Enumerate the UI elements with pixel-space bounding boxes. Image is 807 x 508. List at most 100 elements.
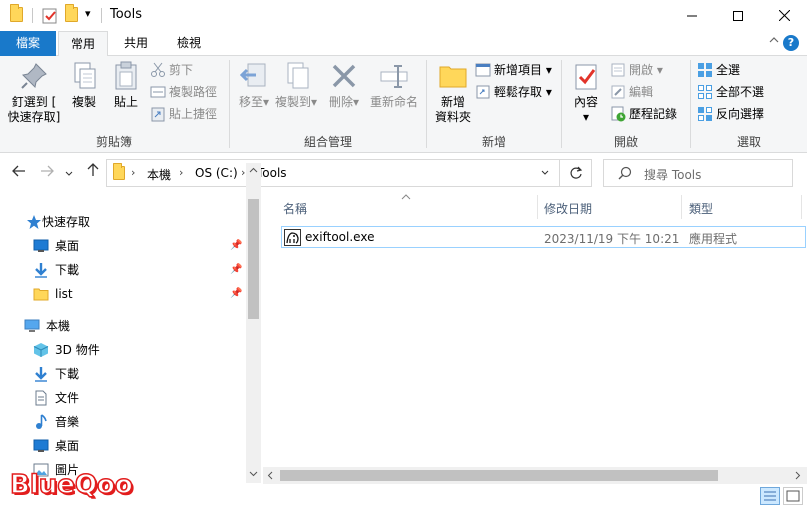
minimize-button[interactable]: [669, 0, 715, 31]
divider: [32, 8, 33, 23]
close-button[interactable]: [761, 0, 807, 31]
column-divider[interactable]: [537, 195, 538, 219]
tab-share[interactable]: 共用: [112, 31, 160, 56]
column-divider[interactable]: [681, 195, 682, 219]
rename-button[interactable]: 重新命名: [366, 60, 422, 110]
divider: [101, 8, 102, 23]
pin-label: 釘選到 [ 快速存取]: [7, 95, 61, 124]
file-list-horizontal-scrollbar[interactable]: [263, 467, 807, 484]
pinned-icon: 📌: [230, 240, 243, 251]
address-history-dropdown[interactable]: [533, 164, 557, 182]
nav-item-downloads-pc[interactable]: 下載: [33, 363, 79, 385]
select-all-icon: [698, 62, 712, 77]
large-icons-view-button[interactable]: [783, 487, 803, 505]
new-folder-qa-button[interactable]: [65, 4, 78, 25]
nav-item-desktop-pc[interactable]: 桌面: [33, 435, 79, 457]
scroll-thumb[interactable]: [280, 470, 718, 481]
breadcrumb-drive-c[interactable]: OS (C:): [195, 166, 238, 180]
cut-button[interactable]: 剪下: [150, 60, 193, 80]
open-button[interactable]: 開啟 ▾: [610, 60, 663, 80]
column-divider[interactable]: [801, 195, 802, 219]
tab-home[interactable]: 常用: [58, 31, 108, 57]
nav-pane-scrollbar[interactable]: [246, 163, 261, 483]
nav-item-label: 3D 物件: [55, 343, 100, 357]
tab-file[interactable]: 檔案: [0, 31, 56, 56]
nav-item-list[interactable]: list: [33, 283, 73, 305]
invert-selection-button[interactable]: 反向選擇: [697, 104, 764, 124]
table-row[interactable]: exiftool.exe 2023/11/19 下午 10:21 應用程式: [281, 226, 806, 248]
column-header-name[interactable]: 名稱: [283, 200, 307, 217]
paste-shortcut-button[interactable]: 貼上捷徑: [150, 104, 217, 124]
new-folder-icon: [439, 66, 467, 88]
folder-icon: [113, 163, 125, 183]
document-icon: [35, 390, 47, 405]
breadcrumb-this-pc[interactable]: 本機: [147, 166, 171, 183]
window-title: Tools: [110, 7, 143, 22]
new-folder-label: 新增 資料夾: [434, 95, 471, 124]
breadcrumb-separator[interactable]: ›: [179, 166, 183, 179]
search-box[interactable]: 搜尋 Tools: [603, 159, 793, 187]
nav-item-desktop[interactable]: 桌面: [33, 235, 79, 257]
copy-to-button[interactable]: 複製到▾: [274, 60, 318, 110]
easy-access-label: 輕鬆存取: [494, 85, 543, 99]
edit-button[interactable]: 編輯: [610, 82, 653, 102]
new-item-icon: [475, 63, 491, 76]
bluqoo-watermark: BlueQoo: [9, 469, 133, 501]
back-button[interactable]: [8, 162, 30, 184]
nav-item-documents[interactable]: 文件: [33, 387, 79, 409]
recent-locations-button[interactable]: [62, 162, 76, 184]
nav-item-3d-objects[interactable]: 3D 物件: [33, 339, 100, 361]
chevron-down-icon: [541, 170, 549, 175]
easy-access-button[interactable]: 輕鬆存取 ▾: [475, 82, 552, 102]
search-placeholder: 搜尋 Tools: [644, 168, 702, 182]
forward-button[interactable]: [36, 162, 58, 184]
sort-ascending-icon: [401, 194, 411, 200]
breadcrumb-separator[interactable]: ›: [241, 166, 245, 179]
nav-item-downloads[interactable]: 下載: [33, 259, 79, 281]
column-header-type[interactable]: 類型: [689, 200, 713, 217]
desktop-icon: [33, 239, 49, 252]
details-view-button[interactable]: [760, 487, 780, 505]
star-icon: [27, 214, 41, 229]
up-button[interactable]: [82, 162, 104, 184]
breadcrumb-separator[interactable]: ›: [131, 166, 135, 179]
nav-item-label: 文件: [55, 391, 80, 405]
maximize-button[interactable]: [715, 0, 761, 31]
properties-qa-button[interactable]: [42, 6, 58, 27]
new-folder-button[interactable]: 新增 資料夾: [431, 60, 475, 125]
select-all-button[interactable]: 全選: [697, 60, 740, 80]
address-bar[interactable]: › 本機 › OS (C:) › Tools: [106, 159, 592, 187]
new-item-button[interactable]: 新增項目 ▾: [475, 60, 552, 80]
delete-button[interactable]: 刪除▾: [326, 60, 362, 110]
move-to-button[interactable]: 移至▾: [236, 60, 272, 110]
select-none-icon: [698, 84, 712, 99]
delete-label: 刪除: [328, 95, 353, 109]
refresh-button[interactable]: [565, 164, 587, 182]
nav-this-pc[interactable]: 本機: [24, 315, 70, 337]
breadcrumb-tools[interactable]: Tools: [257, 166, 287, 180]
tab-view[interactable]: 檢視: [164, 31, 214, 56]
chevron-right-icon: [795, 471, 801, 480]
chevron-up-icon: [769, 37, 779, 43]
paste-shortcut-icon: [151, 107, 165, 121]
copy-icon: [74, 62, 96, 89]
clipboard-group: 釘選到 [ 快速存取] 複製 貼上 剪下 複製路徑 貼上捷徑 剪貼簿: [0, 56, 228, 153]
easy-access-icon: [476, 85, 490, 98]
copy-button[interactable]: 複製: [66, 60, 102, 110]
collapse-ribbon-button[interactable]: [769, 33, 779, 47]
pin-quick-access-button[interactable]: 釘選到 [ 快速存取]: [6, 60, 62, 125]
nav-item-music[interactable]: 音樂: [33, 411, 79, 433]
help-button[interactable]: ?: [783, 35, 799, 51]
arrow-up-icon: [87, 163, 99, 176]
scroll-thumb[interactable]: [248, 199, 259, 319]
history-button[interactable]: 歷程記錄: [610, 104, 677, 124]
select-none-button[interactable]: 全部不選: [697, 82, 764, 102]
paste-button[interactable]: 貼上: [108, 60, 144, 110]
copy-path-button[interactable]: 複製路徑: [150, 82, 217, 102]
nav-quick-access[interactable]: 快速存取: [26, 211, 90, 233]
customize-qa-dropdown[interactable]: ▾: [85, 7, 91, 20]
pinned-icon: 📌: [230, 288, 243, 299]
column-header-modified[interactable]: 修改日期: [544, 200, 592, 217]
properties-button[interactable]: 內容 ▾: [568, 60, 604, 125]
history-icon: [611, 106, 626, 121]
